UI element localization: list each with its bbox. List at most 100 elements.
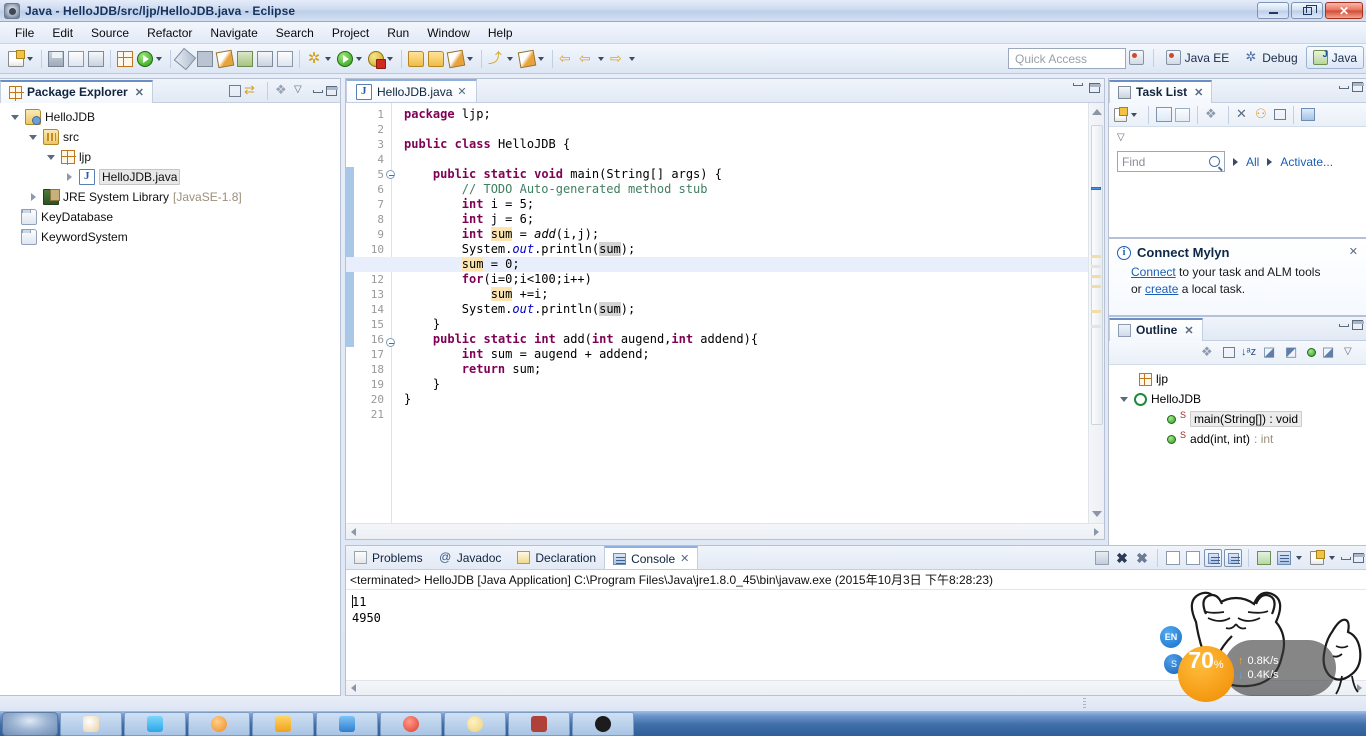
scroll-left-icon[interactable] xyxy=(351,528,356,536)
close-icon[interactable]: ✕ xyxy=(680,552,689,565)
search-button[interactable]: ⤴ xyxy=(486,48,506,70)
collapse-all-icon[interactable] xyxy=(229,85,241,97)
overview-marker-occurrence[interactable] xyxy=(1091,310,1101,313)
tab-problems[interactable]: Problems xyxy=(346,546,431,569)
fold-toggle-icon[interactable] xyxy=(386,170,400,185)
run-button[interactable] xyxy=(335,48,355,70)
new-button[interactable] xyxy=(6,48,26,70)
tree-item-hellojdb[interactable]: HelloJDB xyxy=(0,107,340,127)
maximize-icon[interactable] xyxy=(1089,83,1101,93)
code-line[interactable]: int i = 5; xyxy=(404,197,1070,212)
maximize-icon[interactable] xyxy=(1353,553,1365,563)
remove-all-terminated-icon[interactable]: ✖ xyxy=(1133,549,1151,567)
tree-item-ljp[interactable]: ljp xyxy=(0,147,340,167)
taskbar-item[interactable] xyxy=(252,711,314,736)
taskbar-item[interactable] xyxy=(572,711,634,736)
hide-fields-icon[interactable]: ◪ xyxy=(1263,344,1279,361)
new-java-class-button[interactable] xyxy=(195,48,215,70)
pin-console-icon[interactable] xyxy=(1255,549,1273,567)
source-code[interactable]: package ljp; public class HelloJDB { pub… xyxy=(346,107,1104,422)
menu-edit[interactable]: Edit xyxy=(43,23,82,43)
mylyn-create-link[interactable]: create xyxy=(1145,282,1178,296)
tab-javadoc[interactable]: @ Javadoc xyxy=(431,546,510,569)
external-tools-dropdown-icon[interactable] xyxy=(387,56,393,61)
twisty-icon[interactable] xyxy=(64,172,75,183)
tree-item-jre-system-library[interactable]: JRE System Library [JavaSE-1.8] xyxy=(0,187,340,207)
overview-marker-occurrence[interactable] xyxy=(1091,265,1101,268)
minimize-button[interactable] xyxy=(1257,2,1289,19)
last-edit-location-button[interactable] xyxy=(215,48,235,70)
code-line[interactable]: for(i=0;i<100;i++) xyxy=(404,272,1070,287)
external-tools-button[interactable] xyxy=(366,48,386,70)
tab-outline[interactable]: Outline ✕ xyxy=(1109,317,1203,341)
open-type-dropdown-icon[interactable] xyxy=(156,56,162,61)
open-console-dropdown-icon[interactable] xyxy=(1329,556,1335,560)
code-line[interactable]: int sum = add(i,j); xyxy=(404,227,1070,242)
display-selected-console-icon[interactable] xyxy=(1275,549,1293,567)
console-output[interactable]: 11 4950 xyxy=(346,590,1366,630)
open-project-button[interactable] xyxy=(426,48,446,70)
focus-icon[interactable]: ⚇ xyxy=(1255,106,1271,123)
tab-hellojdb-java[interactable]: HelloJDB.java ✕ xyxy=(346,79,477,102)
hide-local-types-icon[interactable]: ◪ xyxy=(1322,344,1338,361)
scroll-left-icon[interactable] xyxy=(351,684,356,692)
clear-console-icon[interactable] xyxy=(1164,549,1182,567)
code-line[interactable]: } xyxy=(404,392,1070,407)
outline-item-main[interactable]: S main(String[]) : void xyxy=(1109,409,1366,429)
task-find-input[interactable]: Find xyxy=(1117,151,1225,172)
code-line[interactable]: } xyxy=(404,377,1070,392)
outline-item-ljp[interactable]: ljp xyxy=(1109,369,1366,389)
run-dropdown-icon[interactable] xyxy=(356,56,362,61)
menu-search[interactable]: Search xyxy=(267,23,323,43)
taskbar-item[interactable] xyxy=(444,711,506,736)
focus-on-workweek-icon[interactable]: ✕ xyxy=(1236,106,1252,123)
code-line[interactable]: sum = 0; xyxy=(346,257,1104,272)
search-dropdown-icon[interactable] xyxy=(507,56,513,61)
menu-project[interactable]: Project xyxy=(323,23,378,43)
remove-launch-icon[interactable]: ✖ xyxy=(1113,549,1131,567)
menu-source[interactable]: Source xyxy=(82,23,138,43)
code-line[interactable]: package ljp; xyxy=(404,107,1070,122)
code-line[interactable] xyxy=(404,407,1070,422)
overview-marker-occurrence[interactable] xyxy=(1091,255,1101,258)
outline-item-hellojdb[interactable]: HelloJDB xyxy=(1109,389,1366,409)
dropdown-icon[interactable] xyxy=(1131,112,1137,117)
overview-marker-occurrence[interactable] xyxy=(1091,325,1101,328)
perspective-debug[interactable]: ✲ Debug xyxy=(1237,47,1303,68)
menu-navigate[interactable]: Navigate xyxy=(201,23,266,43)
tab-package-explorer[interactable]: Package Explorer ✕ xyxy=(0,79,153,103)
activate-link[interactable]: Activate... xyxy=(1280,155,1333,169)
categorized-view-icon[interactable] xyxy=(1156,107,1172,122)
block-selection-button[interactable] xyxy=(275,48,295,70)
close-icon[interactable]: ✕ xyxy=(1194,86,1203,99)
maximize-icon[interactable] xyxy=(326,86,338,96)
debug-button[interactable]: ✲ xyxy=(304,48,324,70)
menu-refactor[interactable]: Refactor xyxy=(138,23,201,43)
overview-marker-occurrence[interactable] xyxy=(1091,285,1101,288)
scheduled-view-icon[interactable] xyxy=(1175,107,1190,122)
tab-declaration[interactable]: Declaration xyxy=(509,546,604,569)
scroll-lock-icon[interactable] xyxy=(1204,549,1222,567)
display-console-dropdown-icon[interactable] xyxy=(1296,556,1302,560)
focus-icon[interactable]: ❖ xyxy=(1201,344,1217,361)
back-dropdown-icon[interactable] xyxy=(598,56,604,61)
scroll-down-icon[interactable] xyxy=(1092,511,1102,517)
code-line[interactable]: public static int add(int augend,int add… xyxy=(404,332,1070,347)
print-button[interactable] xyxy=(86,48,106,70)
tab-task-list[interactable]: Task List ✕ xyxy=(1109,79,1213,103)
tree-item-keywordsystem[interactable]: KeywordSystem xyxy=(0,227,340,247)
minimize-icon[interactable] xyxy=(1073,83,1083,86)
twisty-icon[interactable] xyxy=(10,112,21,123)
taskbar-item[interactable] xyxy=(380,711,442,736)
filter-expand-icon[interactable] xyxy=(1233,157,1238,166)
toggle-mark-occurrences-button[interactable] xyxy=(173,47,197,70)
edit-dropdown-icon[interactable] xyxy=(467,56,473,61)
code-line[interactable] xyxy=(404,152,1070,167)
open-task-button[interactable] xyxy=(517,48,537,70)
back-button[interactable]: ⇦ xyxy=(577,48,597,70)
view-menu-icon[interactable]: ▽ xyxy=(1117,132,1125,143)
view-menu-icon[interactable]: ▽ xyxy=(1344,345,1360,361)
mylyn-connect-link[interactable]: Connect xyxy=(1131,265,1176,279)
collapse-all-icon[interactable] xyxy=(1274,109,1286,120)
scroll-right-icon[interactable] xyxy=(1094,528,1099,536)
